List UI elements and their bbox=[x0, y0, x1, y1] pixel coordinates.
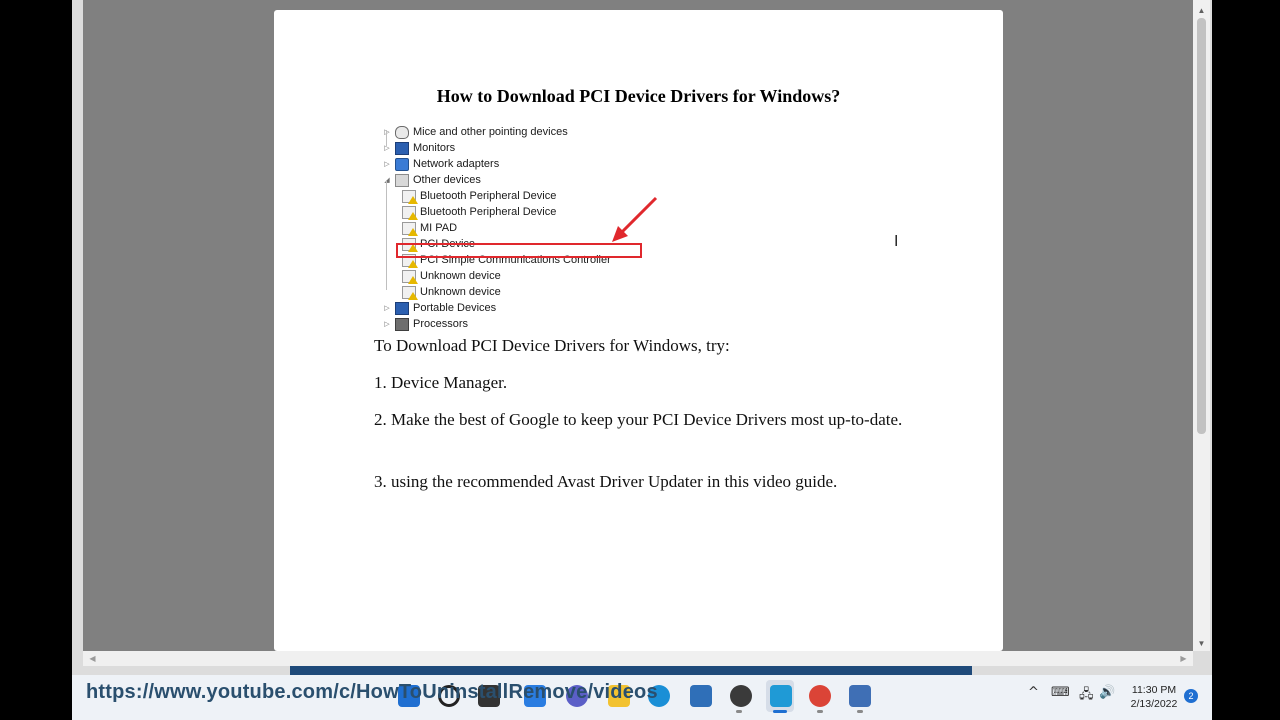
document-title: How to Download PCI Device Drivers for W… bbox=[436, 86, 841, 106]
tree-item-unknown-device-2: Unknown device bbox=[399, 284, 501, 300]
horizontal-scrollbar[interactable]: ◀ ▶ bbox=[83, 651, 1193, 666]
clock[interactable]: 11:30 PM 2/13/2022 bbox=[1124, 683, 1184, 711]
tree-item-unknown-device-1: Unknown device bbox=[399, 268, 501, 284]
tree-item-portable-devices: ▷ Portable Devices bbox=[382, 300, 496, 316]
tree-item-mi-pad: MI PAD bbox=[399, 220, 457, 236]
store-icon[interactable] bbox=[690, 685, 712, 707]
scroll-down-button[interactable]: ▼ bbox=[1193, 635, 1210, 651]
highlight-box bbox=[396, 243, 642, 258]
tree-item-label: Other devices bbox=[413, 174, 481, 186]
scroll-right-button[interactable]: ▶ bbox=[1176, 651, 1191, 666]
tree-item-network-adapters: ▷ Network adapters bbox=[382, 156, 499, 172]
window-strip bbox=[290, 666, 972, 675]
vertical-scrollbar[interactable]: ▲ ▼ bbox=[1193, 0, 1210, 651]
clock-time: 11:30 PM bbox=[1131, 684, 1177, 696]
warning-device-icon bbox=[402, 205, 418, 220]
other-devices-icon bbox=[395, 173, 409, 187]
tree-item-bluetooth-2: Bluetooth Peripheral Device bbox=[399, 204, 556, 220]
tree-item-label: MI PAD bbox=[420, 222, 458, 234]
step-1-paragraph: 1. Device Manager. bbox=[374, 373, 508, 392]
notification-badge[interactable]: 2 bbox=[1184, 689, 1198, 703]
media-player-icon[interactable] bbox=[730, 685, 752, 707]
reader-app-icon[interactable] bbox=[770, 685, 792, 707]
clock-date: 2/13/2022 bbox=[1130, 698, 1178, 710]
tree-item-label: Unknown device bbox=[420, 270, 501, 282]
tree-item-bluetooth-1: Bluetooth Peripheral Device bbox=[399, 188, 556, 204]
channel-url-overlay: https://www.youtube.com/c/HowToUninstall… bbox=[86, 681, 658, 703]
expand-arrow-icon: ▷ bbox=[382, 128, 392, 136]
tree-connector bbox=[386, 180, 387, 290]
warning-device-icon bbox=[402, 269, 418, 284]
tree-item-mice: ▷ Mice and other pointing devices bbox=[382, 124, 568, 140]
tree-item-processors: ▷ Processors bbox=[382, 316, 468, 332]
network-icon[interactable]: 🖧 bbox=[1079, 685, 1094, 707]
volume-icon[interactable]: 🔊 bbox=[1099, 685, 1115, 700]
expand-arrow-icon: ▷ bbox=[384, 161, 390, 168]
device-manager-icon[interactable] bbox=[849, 685, 871, 707]
text-cursor-icon: I bbox=[894, 232, 899, 250]
step-2-paragraph: 2. Make the best of Google to keep your … bbox=[374, 410, 903, 429]
warning-device-icon bbox=[402, 285, 418, 300]
expand-arrow-icon: ▷ bbox=[384, 321, 390, 328]
collapse-arrow-icon: ◢ bbox=[382, 176, 392, 184]
running-indicator bbox=[857, 710, 863, 713]
network-adapter-icon bbox=[395, 157, 409, 171]
running-indicator bbox=[773, 710, 787, 713]
document-page: How to Download PCI Device Drivers for W… bbox=[274, 10, 1003, 651]
scroll-up-button[interactable]: ▲ bbox=[1193, 2, 1210, 18]
expand-arrow-icon: ▷ bbox=[384, 305, 390, 312]
red-arrow-icon bbox=[612, 196, 658, 242]
tree-item-other-devices: ◢ Other devices bbox=[382, 172, 481, 188]
intro-paragraph: To Download PCI Device Drivers for Windo… bbox=[374, 336, 730, 355]
tree-item-label: Mice and other pointing devices bbox=[413, 126, 568, 138]
running-indicator bbox=[817, 710, 823, 713]
portable-devices-icon bbox=[395, 301, 409, 315]
warning-device-icon bbox=[402, 221, 418, 236]
step-3-paragraph: 3. using the recommended Avast Driver Up… bbox=[374, 472, 838, 491]
mouse-icon bbox=[395, 125, 409, 139]
running-indicator bbox=[736, 710, 742, 713]
tree-item-label: Network adapters bbox=[413, 158, 500, 170]
processor-icon bbox=[395, 317, 409, 331]
tree-item-label: Processors bbox=[413, 318, 469, 330]
tree-item-label: Bluetooth Peripheral Device bbox=[420, 190, 557, 202]
tree-item-monitors: ▷ Monitors bbox=[382, 140, 455, 156]
tree-item-label: Portable Devices bbox=[413, 302, 497, 314]
tree-item-label: Unknown device bbox=[420, 286, 501, 298]
scroll-left-button[interactable]: ◀ bbox=[85, 651, 100, 666]
tree-item-label: Monitors bbox=[413, 142, 456, 154]
expand-arrow-icon: ▷ bbox=[384, 145, 390, 152]
monitor-icon bbox=[395, 141, 409, 155]
keyboard-icon[interactable]: ⌨ bbox=[1051, 685, 1070, 700]
chrome-icon[interactable] bbox=[809, 685, 831, 707]
tree-connector bbox=[386, 130, 387, 146]
warning-device-icon bbox=[402, 189, 418, 204]
scroll-thumb[interactable] bbox=[1197, 18, 1206, 434]
tree-item-label: Bluetooth Peripheral Device bbox=[420, 206, 557, 218]
show-hidden-icons-chevron-icon[interactable]: ^ bbox=[1028, 685, 1039, 700]
